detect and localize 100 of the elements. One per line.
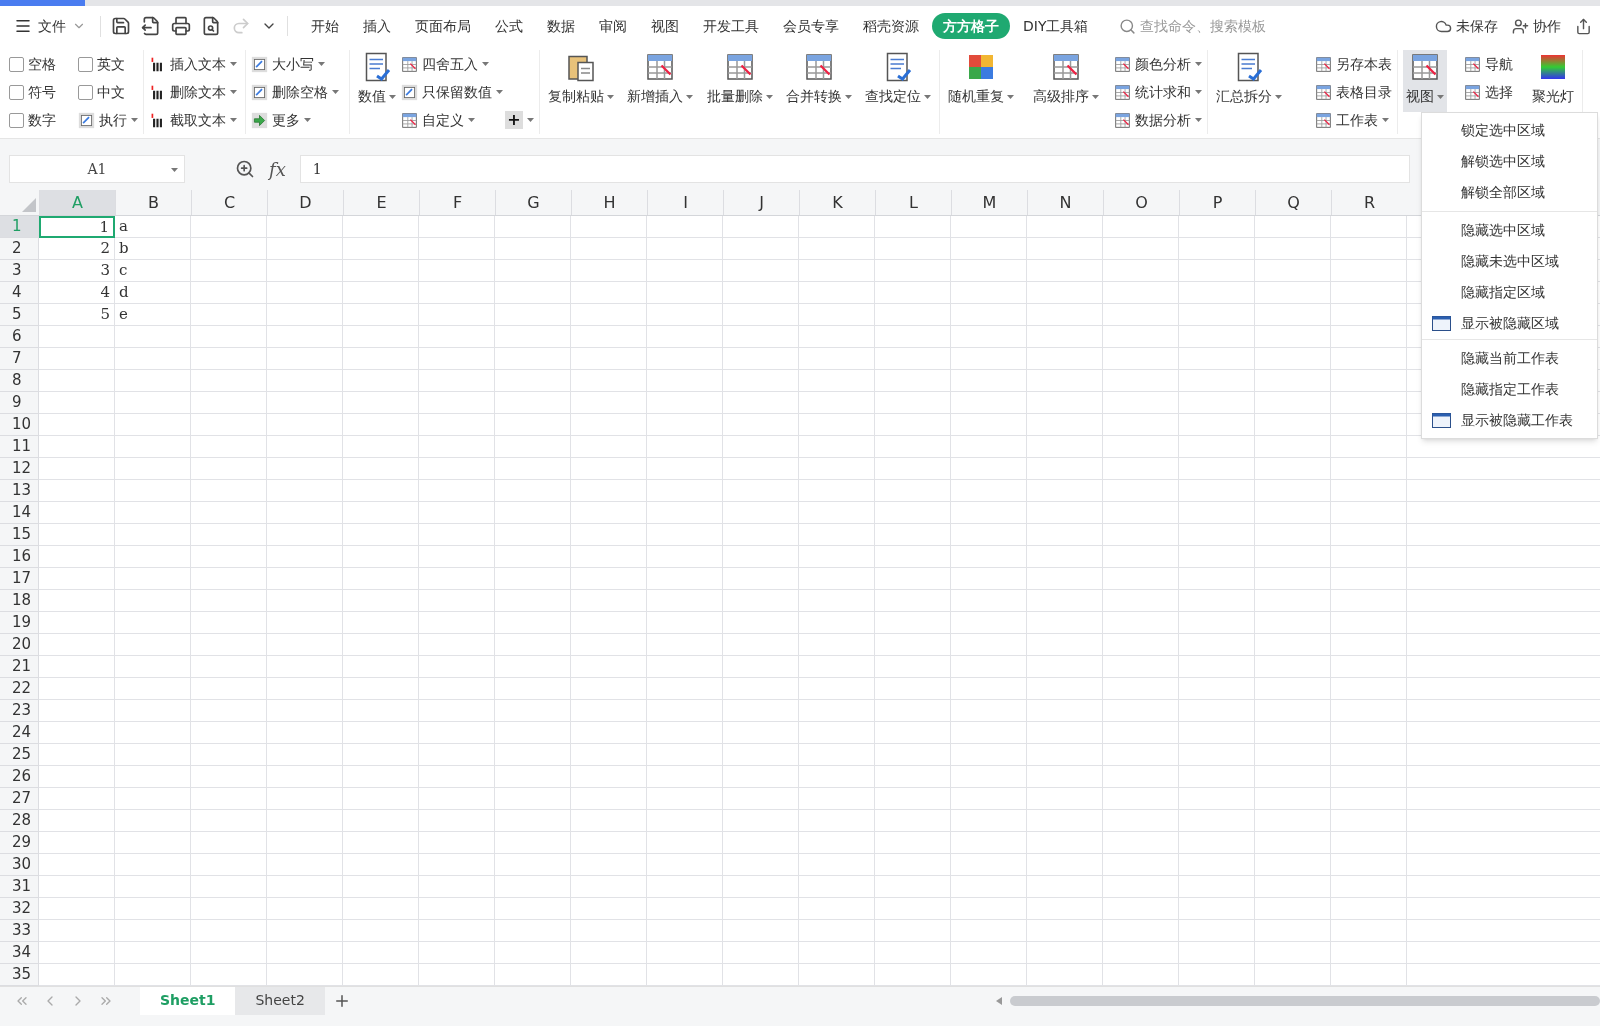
ribbon-tab[interactable]: 会员专享	[772, 13, 850, 39]
ribbon-large-button[interactable]: 复制粘贴	[545, 50, 617, 112]
zoom-icon[interactable]	[235, 159, 255, 179]
row-header[interactable]: 22	[0, 678, 39, 700]
ribbon-button[interactable]: 颜色分析	[1114, 50, 1202, 78]
column-header[interactable]: D	[267, 190, 343, 215]
menu-item[interactable]: 隐藏指定区域	[1422, 277, 1597, 308]
ribbon-button[interactable]: 数据分析	[1114, 106, 1202, 134]
row-header[interactable]: 18	[0, 590, 39, 612]
menu-item[interactable]: 隐藏选中区域	[1422, 215, 1597, 246]
ribbon-button[interactable]: 删除空格	[251, 78, 339, 106]
row-header[interactable]: 28	[0, 810, 39, 832]
ribbon-button[interactable]: 工作表	[1315, 106, 1392, 134]
column-header[interactable]: J	[723, 190, 799, 215]
row-header[interactable]: 23	[0, 700, 39, 722]
row-header[interactable]: 17	[0, 568, 39, 590]
column-header[interactable]: G	[495, 190, 571, 215]
ribbon-button[interactable]: 选择	[1463, 78, 1513, 106]
row-header[interactable]: 35	[0, 964, 39, 986]
select-all-icon[interactable]	[22, 198, 36, 212]
checkbox[interactable]	[9, 112, 24, 128]
ribbon-button[interactable]: 另存本表	[1315, 50, 1392, 78]
menu-item[interactable]: 隐藏指定工作表	[1422, 374, 1597, 405]
name-box[interactable]: A1	[9, 155, 185, 183]
row-header[interactable]: 4	[0, 282, 39, 304]
file-menu-button[interactable]: 文件	[14, 15, 101, 37]
ribbon-large-button[interactable]: 聚光灯	[1529, 50, 1577, 112]
row-header[interactable]: 26	[0, 766, 39, 788]
checkbox[interactable]	[78, 56, 93, 72]
row-header[interactable]: 31	[0, 876, 39, 898]
ribbon-tab[interactable]: DIY工具箱	[1012, 13, 1100, 39]
print-icon[interactable]	[171, 16, 191, 36]
row-header[interactable]: 5	[0, 304, 39, 326]
row-header[interactable]: 9	[0, 392, 39, 414]
column-header[interactable]: R	[1331, 190, 1407, 215]
ribbon-large-button[interactable]: 高级排序	[1029, 50, 1102, 112]
row-header[interactable]: 19	[0, 612, 39, 634]
ribbon-button[interactable]: 大小写	[251, 50, 339, 78]
ribbon-large-button[interactable]: 数值	[355, 50, 399, 112]
add-button[interactable]: +	[505, 106, 534, 134]
checkbox[interactable]	[9, 56, 24, 72]
ribbon-button[interactable]: 导航	[1463, 50, 1513, 78]
row-header[interactable]: 32	[0, 898, 39, 920]
ribbon-tab[interactable]: 视图	[640, 13, 690, 39]
ribbon-large-button[interactable]: 随机重复	[945, 50, 1017, 112]
row-header[interactable]: 8	[0, 370, 39, 392]
toolbar-action-button[interactable]: 未保存	[1435, 15, 1498, 37]
row-header[interactable]: 25	[0, 744, 39, 766]
ribbon-button[interactable]: 表格目录	[1315, 78, 1392, 106]
menu-item[interactable]: 显示被隐藏工作表	[1422, 405, 1597, 436]
menu-item[interactable]: 解锁全部区域	[1422, 177, 1597, 208]
toolbar-action-button[interactable]: 协作	[1512, 15, 1561, 37]
ribbon-button[interactable]: 自定义	[401, 106, 503, 134]
row-header[interactable]: 15	[0, 524, 39, 546]
row-header[interactable]: 20	[0, 634, 39, 656]
ribbon-button[interactable]: 只保留数值	[401, 78, 503, 106]
row-header[interactable]: 24	[0, 722, 39, 744]
row-header[interactable]: 12	[0, 458, 39, 480]
menu-item[interactable]: 隐藏当前工作表	[1422, 343, 1597, 374]
sheet-tab[interactable]: Sheet2	[235, 986, 325, 1015]
column-header[interactable]: H	[571, 190, 647, 215]
row-header[interactable]: 27	[0, 788, 39, 810]
preview-icon[interactable]	[201, 16, 221, 36]
row-header[interactable]: 7	[0, 348, 39, 370]
checkbox[interactable]	[9, 84, 24, 100]
ribbon-large-button[interactable]: 合并转换	[782, 50, 855, 112]
menu-item[interactable]: 锁定选中区域	[1422, 115, 1597, 146]
row-header[interactable]: 3	[0, 260, 39, 282]
column-header[interactable]: F	[419, 190, 495, 215]
redo-icon[interactable]	[231, 16, 251, 36]
ribbon-button[interactable]: 删除文本	[149, 78, 237, 106]
ribbon-button[interactable]: 四舍五入	[401, 50, 503, 78]
ribbon-button[interactable]: 统计求和	[1114, 78, 1202, 106]
save-icon[interactable]	[111, 16, 131, 36]
ribbon-large-button[interactable]: 批量删除	[703, 50, 776, 112]
column-header[interactable]: I	[647, 190, 723, 215]
column-header[interactable]: L	[875, 190, 951, 215]
share-icon[interactable]	[1575, 17, 1592, 35]
ribbon-large-button[interactable]: 新增插入	[624, 50, 697, 112]
ribbon-tab[interactable]: 公式	[484, 13, 534, 39]
row-header[interactable]: 30	[0, 854, 39, 876]
row-header[interactable]: 29	[0, 832, 39, 854]
formula-input[interactable]: 1	[299, 155, 1410, 183]
ribbon-tab[interactable]: 开始	[300, 13, 350, 39]
ribbon-tab[interactable]: 插入	[352, 13, 402, 39]
column-header[interactable]: M	[951, 190, 1027, 215]
ribbon-button[interactable]: 更多	[251, 106, 339, 134]
column-header[interactable]: O	[1103, 190, 1179, 215]
column-header[interactable]: K	[799, 190, 875, 215]
row-header[interactable]: 34	[0, 942, 39, 964]
ribbon-button[interactable]: 执行	[78, 106, 138, 134]
row-header[interactable]: 21	[0, 656, 39, 678]
row-header[interactable]: 14	[0, 502, 39, 524]
export-icon[interactable]	[141, 16, 161, 36]
ribbon-button[interactable]: 插入文本	[149, 50, 237, 78]
column-header[interactable]: B	[115, 190, 191, 215]
ribbon-button[interactable]: 截取文本	[149, 106, 237, 134]
scroll-left-icon[interactable]	[996, 996, 1002, 1005]
ribbon-tab[interactable]: 稻壳资源	[852, 13, 930, 39]
menu-item[interactable]: 解锁选中区域	[1422, 146, 1597, 177]
